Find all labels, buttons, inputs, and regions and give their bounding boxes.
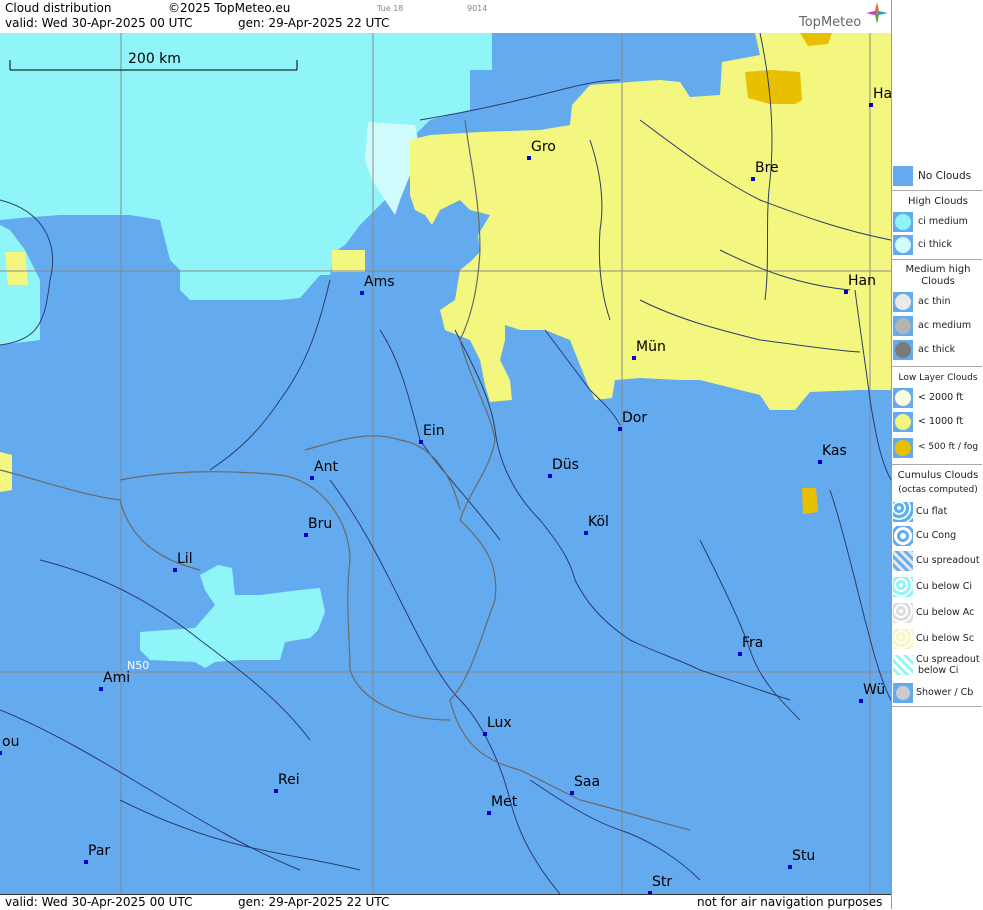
legend-ac-thin: ac thin [892, 291, 983, 313]
city-marker [274, 789, 278, 793]
legend-shower-cb: Shower / Cb [892, 682, 983, 704]
legend-cu-below-ci: Cu below Ci [892, 576, 983, 598]
low-1000ft-spot-1 [332, 250, 365, 272]
city-marker [751, 177, 755, 181]
city-label: Gro [531, 139, 556, 155]
city-marker [738, 652, 742, 656]
scale-label: 200 km [128, 51, 181, 67]
city-label: Köl [588, 514, 609, 530]
city-label: Kas [822, 443, 847, 459]
city-label: Saa [574, 774, 601, 790]
city-marker [844, 290, 848, 294]
legend-ac-medium: ac medium [892, 315, 983, 337]
city-marker [310, 476, 314, 480]
copyright: ©2025 TopMeteo.eu [168, 1, 291, 15]
city-label: Ami [103, 670, 131, 686]
city-label: Han [848, 273, 876, 289]
city-marker [483, 732, 487, 736]
legend-ci-medium: ci medium [892, 211, 983, 233]
legend-no-clouds: No Clouds [892, 165, 983, 187]
city-label: Dor [622, 410, 648, 426]
legend-low-1000: < 1000 ft [892, 411, 983, 433]
city-marker [173, 568, 177, 572]
city-label: Ha [873, 86, 891, 102]
city-marker [618, 427, 622, 431]
legend-medium-head: Medium high [905, 264, 971, 275]
small-day: Tue 18 [377, 4, 404, 13]
city-label: ou [2, 734, 20, 750]
valid-time: valid: Wed 30-Apr-2025 00 UTC [5, 16, 193, 30]
city-marker [419, 440, 423, 444]
city-marker [99, 687, 103, 691]
city-label: Ant [314, 459, 338, 475]
city-marker [527, 156, 531, 160]
legend-cu-spread-below-ci: Cu spreadout below Ci [892, 654, 983, 676]
city-marker [548, 474, 552, 478]
city-label: Fra [742, 635, 764, 651]
city-label: Str [652, 874, 673, 890]
city-marker [632, 356, 636, 360]
city-marker [869, 103, 873, 107]
footer-valid-time: valid: Wed 30-Apr-2025 00 UTC [5, 895, 193, 909]
city-label: Wü [863, 682, 886, 698]
city-marker [584, 531, 588, 535]
low-1000ft-spot-2 [5, 252, 28, 285]
city-label: Lux [487, 715, 512, 731]
city-label: Rei [278, 772, 300, 788]
ci-medium-area-north2 [170, 225, 355, 275]
legend-ac-thick: ac thick [892, 339, 983, 361]
legend-cu-spreadout: Cu spreadout [892, 550, 983, 572]
city-label: Met [491, 794, 518, 810]
city-marker [818, 460, 822, 464]
fog-area-north [745, 70, 802, 104]
no-clouds-swatch [893, 166, 913, 186]
city-marker [487, 811, 491, 815]
latitude-label: N50 [127, 659, 150, 672]
city-marker [304, 533, 308, 537]
header-bar: Cloud distribution ©2025 TopMeteo.eu Tue… [0, 0, 891, 34]
legend-cu-cong: Cu Cong [892, 525, 983, 547]
disclaimer: not for air navigation purposes [697, 895, 883, 909]
city-marker [84, 860, 88, 864]
legend-low-2000: < 2000 ft [892, 387, 983, 409]
legend-cu-flat: Cu flat [892, 501, 983, 523]
city-marker [570, 791, 574, 795]
city-label: Düs [552, 457, 579, 473]
legend-cumulus-head: Cumulus Clouds [897, 470, 979, 481]
legend-ci-thick: ci thick [892, 234, 983, 256]
cloud-map[interactable]: 200 km N50 Gro Bre Ha Ams Han Mün Dor Ein Kas Ant… [0, 33, 891, 894]
legend-high-head: High Clouds [908, 196, 968, 207]
legend-low-500: < 500 ft / fog [892, 437, 983, 459]
legend-low-head: Low Layer Clouds [898, 373, 978, 383]
generated-time: gen: 29-Apr-2025 22 UTC [238, 16, 390, 30]
fog-area-kas [802, 488, 818, 514]
legend-panel: No Clouds High Clouds ci medium ci thick… [891, 0, 983, 909]
topmeteo-logo: TopMeteo [799, 15, 862, 30]
footer-bar: valid: Wed 30-Apr-2025 00 UTC gen: 29-Ap… [0, 894, 891, 910]
legend-cu-below-ac: Cu below Ac [892, 602, 983, 624]
city-label: Stu [792, 848, 816, 864]
city-marker [0, 751, 2, 755]
city-marker [360, 291, 364, 295]
city-label: Bru [308, 516, 333, 532]
city-label: Lil [177, 551, 193, 567]
city-marker [788, 865, 792, 869]
city-label: Ams [364, 274, 395, 290]
compass-logo-icon [866, 2, 888, 24]
city-label: Par [88, 843, 111, 859]
city-label: Ein [423, 423, 445, 439]
small-code: 9014 [467, 4, 488, 13]
footer-generated-time: gen: 29-Apr-2025 22 UTC [238, 895, 390, 909]
city-label: Bre [755, 160, 779, 176]
city-marker [859, 699, 863, 703]
legend-cu-below-sc: Cu below Sc [892, 628, 983, 650]
product-title: Cloud distribution [5, 1, 112, 15]
city-label: Mün [636, 339, 666, 355]
